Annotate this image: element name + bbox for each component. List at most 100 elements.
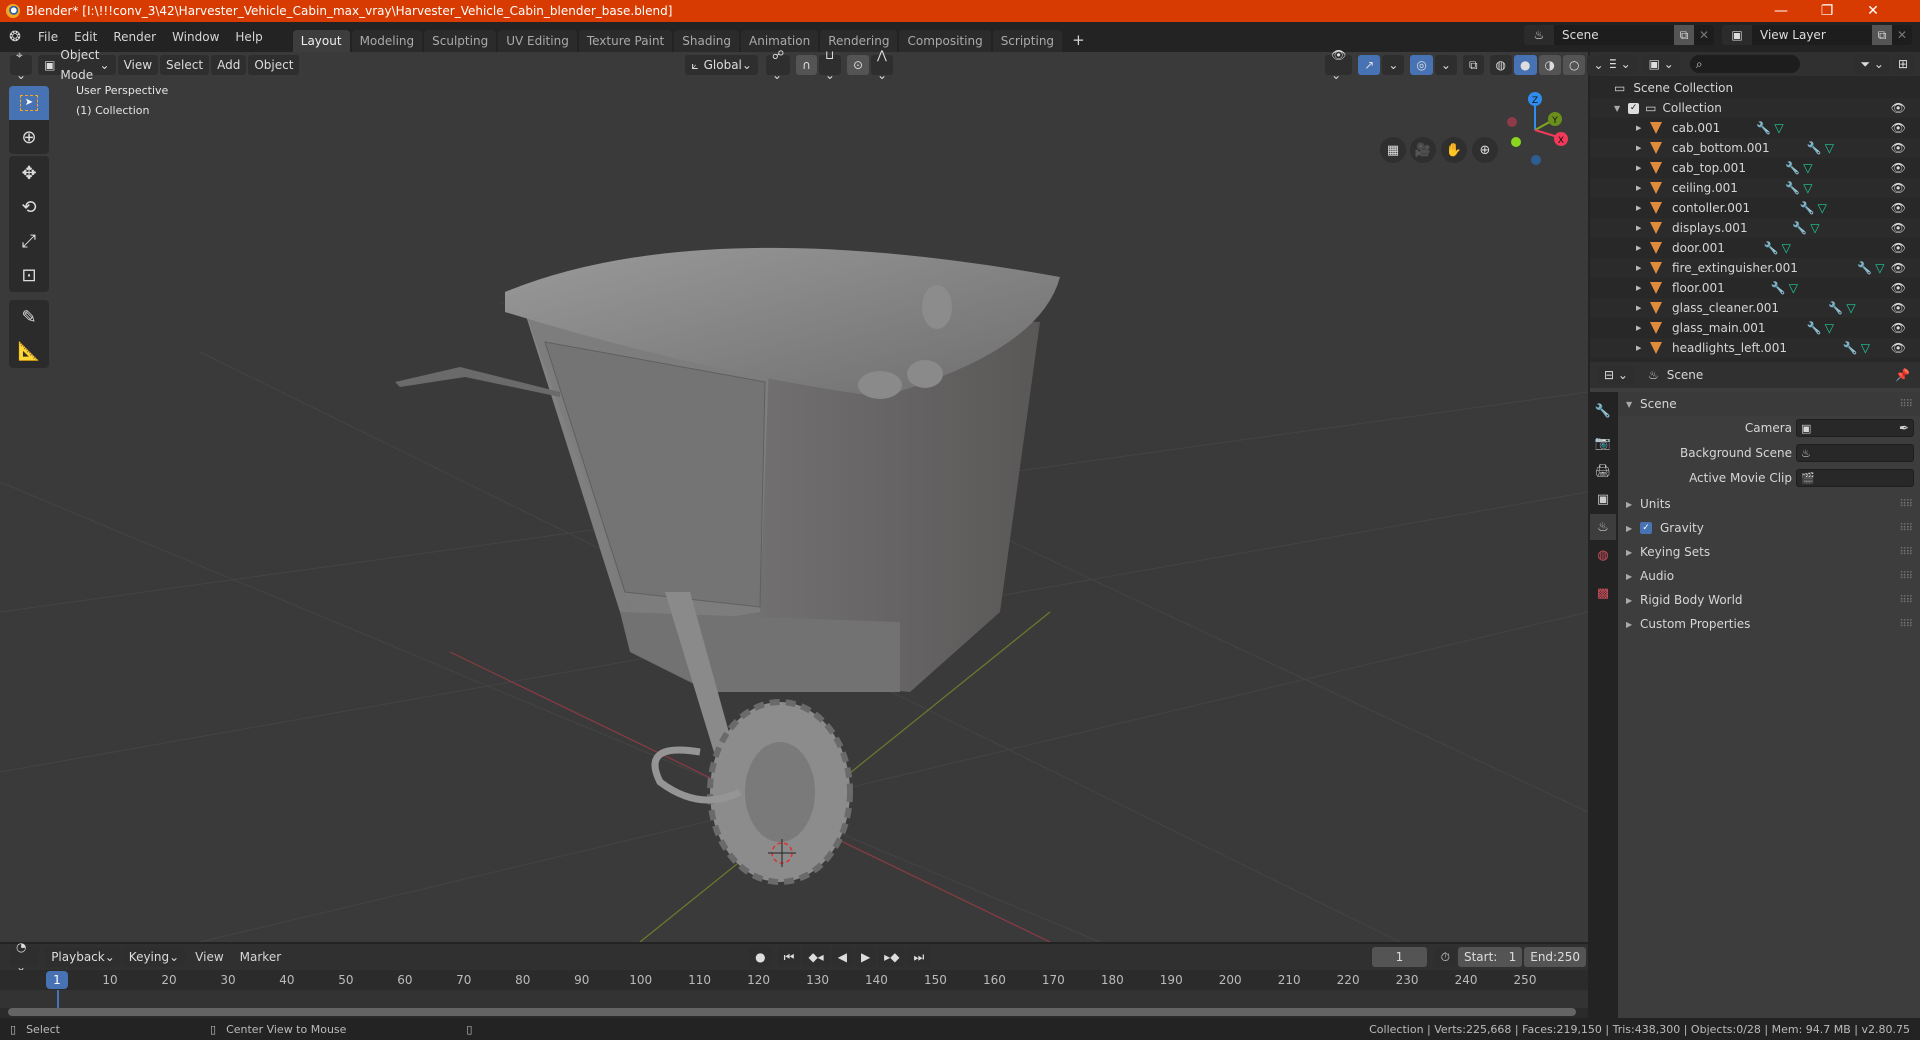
expand-arrow-icon[interactable]: ▶ — [1636, 324, 1648, 332]
navigation-gizmo[interactable]: Z Y X — [1500, 82, 1580, 182]
expand-arrow-icon[interactable]: ▶ — [1636, 264, 1648, 272]
selectability-visibility-dropdown[interactable]: 👁 ⌄ — [1325, 48, 1353, 82]
tab-scene[interactable]: ♨ — [1590, 514, 1616, 540]
drag-handle-icon[interactable]: ⠿⠿ — [1899, 595, 1913, 606]
tab-texture[interactable]: ▩ — [1590, 580, 1616, 606]
view-layer-selector[interactable]: ▣ View Layer ⧉ ✕ — [1722, 25, 1912, 45]
pivot-point-dropdown[interactable]: ☍ ⌄ — [765, 48, 791, 82]
expand-arrow-icon[interactable]: ▶ — [1636, 184, 1648, 192]
shading-dropdown[interactable]: ⌄ — [1587, 55, 1610, 75]
expand-arrow-icon[interactable]: ▶ — [1636, 204, 1648, 212]
expand-arrow-icon[interactable]: ▶ — [1636, 244, 1648, 252]
gizmo-toggle[interactable]: ↗ — [1358, 55, 1381, 75]
delete-view-layer-icon[interactable]: ✕ — [1892, 28, 1912, 42]
timeline-scrollbar[interactable] — [8, 1008, 1576, 1016]
new-collection-button[interactable]: ⊞ — [1891, 54, 1914, 74]
minimize-button[interactable]: — — [1758, 0, 1804, 22]
workspace-tab-sculpting[interactable]: Sculpting — [424, 30, 497, 52]
add-workspace-button[interactable]: + — [1064, 29, 1093, 51]
mesh-data-icon[interactable]: ▽ — [1818, 201, 1827, 215]
shading-wireframe-button[interactable]: ◍ — [1489, 55, 1513, 75]
modifier-wrench-icon[interactable]: 🔧 — [1857, 261, 1872, 275]
proportional-edit-toggle[interactable]: ⊙ — [846, 55, 870, 75]
timeline-editor-type-button[interactable]: ◔ ⌄ — [10, 940, 40, 974]
measure-tool[interactable]: 📐 — [9, 334, 49, 368]
view-menu[interactable]: View — [117, 55, 159, 75]
zoom-view-button[interactable]: ⊕ — [1472, 137, 1498, 163]
proportional-falloff-dropdown[interactable]: ⋀ ⌄ — [871, 48, 894, 82]
drag-handle-icon[interactable]: ⠿⠿ — [1899, 571, 1913, 582]
shading-rendered-button[interactable]: ○ — [1563, 55, 1586, 75]
expand-arrow-icon[interactable]: ▶ — [1636, 344, 1648, 352]
outliner-object-row[interactable]: ▶ cab_top.001 🔧 ▽ 👁 — [1590, 158, 1920, 178]
end-frame-field[interactable]: End: 250 — [1524, 947, 1586, 967]
outliner-scene-collection[interactable]: ▭ Scene Collection — [1590, 78, 1920, 98]
movie-clip-input[interactable]: 🎬 — [1796, 469, 1914, 487]
eye-icon[interactable]: 👁 — [1891, 241, 1906, 255]
modifier-wrench-icon[interactable]: 🔧 — [1807, 141, 1822, 155]
outliner-object-row[interactable]: ▶ fire_extinguisher.001 🔧 ▽ 👁 — [1590, 258, 1920, 278]
panel-section-keying-sets[interactable]: ▶ Keying Sets ⠿⠿ — [1618, 540, 1920, 564]
snap-target-dropdown[interactable]: ⊔ ⌄ — [818, 48, 841, 82]
scene-panel-header[interactable]: ▼ Scene ⠿⠿ — [1618, 392, 1920, 416]
panel-section-audio[interactable]: ▶ Audio ⠿⠿ — [1618, 564, 1920, 588]
camera-view-button[interactable]: 🎥 — [1410, 137, 1436, 163]
view-layer-name-field[interactable]: View Layer — [1752, 28, 1872, 42]
transform-tool[interactable]: ⊡ — [9, 258, 49, 292]
menu-window[interactable]: Window — [164, 26, 227, 48]
timeline-marker-menu[interactable]: Marker — [232, 946, 289, 968]
mesh-data-icon[interactable]: ▽ — [1825, 321, 1834, 335]
snap-toggle[interactable]: ∩ — [796, 55, 817, 75]
mesh-data-icon[interactable]: ▽ — [1810, 221, 1819, 235]
expand-arrow-icon[interactable]: ▶ — [1636, 164, 1648, 172]
toggle-ortho-grid-button[interactable]: ▦ — [1380, 137, 1406, 163]
editor-type-button[interactable]: ⌖ ⌄ — [10, 48, 33, 82]
panel-section-custom-properties[interactable]: ▶ Custom Properties ⠿⠿ — [1618, 612, 1920, 636]
3d-viewport[interactable]: User Perspective (1) Collection ➤ ⊕ ✥ ⟲ … — [0, 52, 1588, 942]
object-menu[interactable]: Object — [248, 55, 300, 75]
modifier-wrench-icon[interactable]: 🔧 — [1807, 321, 1822, 335]
scene-selector[interactable]: ♨ Scene ⧉ ✕ — [1524, 25, 1714, 45]
cursor-tool[interactable]: ⊕ — [9, 120, 49, 154]
expand-arrow-icon[interactable]: ▶ — [1636, 284, 1648, 292]
workspace-tab-uv-editing[interactable]: UV Editing — [498, 30, 577, 52]
annotate-tool[interactable]: ✎ — [9, 300, 49, 334]
modifier-wrench-icon[interactable]: 🔧 — [1792, 221, 1807, 235]
prev-keyframe-button[interactable]: ◆◂ — [802, 947, 830, 967]
camera-field-input[interactable]: ▣ ✒ — [1796, 419, 1914, 437]
outliner-object-row[interactable]: ▶ cab.001 🔧 ▽ 👁 — [1590, 118, 1920, 138]
mesh-data-icon[interactable]: ▽ — [1782, 241, 1791, 255]
object-mode-dropdown[interactable]: ▣ Object Mode ⌄ — [38, 48, 116, 82]
eye-icon[interactable]: 👁 — [1891, 101, 1906, 115]
eye-icon[interactable]: 👁 — [1891, 141, 1906, 155]
workspace-tab-layout[interactable]: Layout — [292, 30, 350, 52]
gravity-checkbox[interactable]: ✓ — [1640, 522, 1652, 534]
eye-icon[interactable]: 👁 — [1891, 261, 1906, 275]
outliner-object-row[interactable]: ▶ displays.001 🔧 ▽ 👁 — [1590, 218, 1920, 238]
overlays-toggle[interactable]: ◎ — [1410, 55, 1433, 75]
modifier-wrench-icon[interactable]: 🔧 — [1756, 121, 1771, 135]
workspace-tab-scripting[interactable]: Scripting — [992, 30, 1063, 52]
current-frame-indicator[interactable]: 1 — [46, 971, 68, 989]
new-scene-icon[interactable]: ⧉ — [1674, 25, 1694, 45]
move-tool[interactable]: ✥ — [9, 156, 49, 190]
jump-end-button[interactable]: ⏭ — [907, 947, 931, 967]
pan-view-button[interactable]: ✋ — [1441, 137, 1467, 163]
outliner-object-row[interactable]: ▶ ceiling.001 🔧 ▽ 👁 — [1590, 178, 1920, 198]
mesh-data-icon[interactable]: ▽ — [1875, 261, 1884, 275]
menu-render[interactable]: Render — [105, 26, 164, 48]
tab-view-layer[interactable]: ▣ — [1590, 486, 1616, 512]
shading-solid-button[interactable]: ● — [1514, 55, 1537, 75]
drag-handle-icon[interactable]: ⠿⠿ — [1899, 547, 1913, 558]
eye-icon[interactable]: 👁 — [1891, 301, 1906, 315]
outliner-object-row[interactable]: ▶ door.001 🔧 ▽ 👁 — [1590, 238, 1920, 258]
expand-arrow-icon[interactable]: ▶ — [1636, 224, 1648, 232]
transform-orientation-dropdown[interactable]: ⟀ Global ⌄ — [685, 55, 758, 75]
modifier-wrench-icon[interactable]: 🔧 — [1785, 161, 1800, 175]
timeline-view-menu[interactable]: View — [187, 946, 231, 968]
panel-section-rigid-body-world[interactable]: ▶ Rigid Body World ⠿⠿ — [1618, 588, 1920, 612]
background-scene-input[interactable]: ♨ — [1796, 444, 1914, 462]
tab-world[interactable]: ◍ — [1590, 542, 1616, 568]
maximize-button[interactable]: ❐ — [1804, 0, 1850, 22]
use-preview-range-button[interactable]: ⏱ — [1434, 947, 1456, 967]
